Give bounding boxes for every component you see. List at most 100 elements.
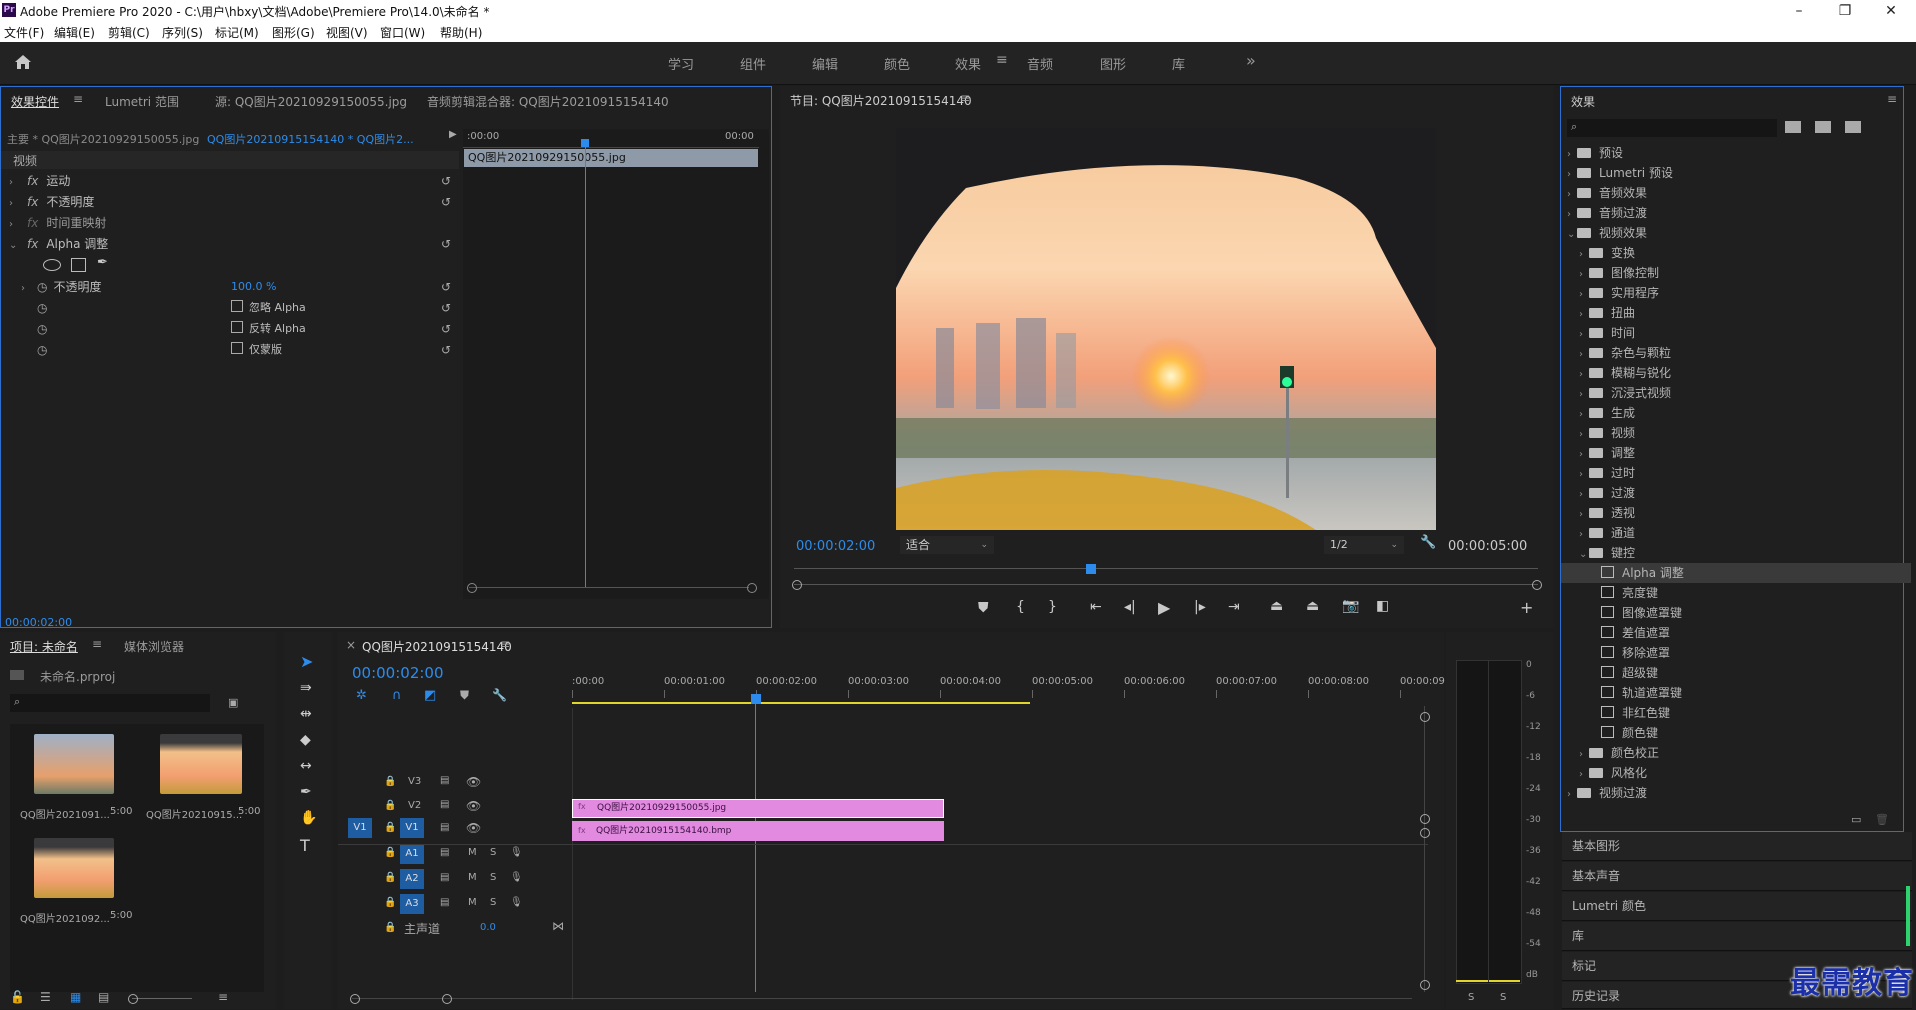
zoom-handle-left[interactable] bbox=[467, 583, 477, 593]
reset-icon[interactable]: ↺ bbox=[441, 298, 451, 318]
lumetri-color-panel[interactable]: Lumetri 颜色 bbox=[1562, 892, 1912, 921]
reset-icon[interactable]: ↺ bbox=[441, 277, 451, 297]
project-item-name[interactable]: QQ图片2021091... bbox=[20, 806, 110, 821]
chevron-icon[interactable]: ⌄ bbox=[1567, 225, 1577, 245]
mark-in-icon[interactable]: { bbox=[1016, 599, 1025, 615]
chevron-icon[interactable]: › bbox=[1567, 165, 1577, 185]
ec-clip-bar[interactable]: QQ图片20210929150055.jpg bbox=[464, 149, 758, 167]
project-item-name[interactable]: QQ图片2021092... bbox=[20, 910, 110, 925]
track-label-v2[interactable]: V2 bbox=[408, 800, 421, 811]
workspace-menu-icon[interactable]: ≡ bbox=[996, 52, 1008, 68]
effect-motion[interactable]: › fx 运动 ↺ bbox=[1, 171, 459, 191]
chevron-icon[interactable]: › bbox=[1579, 505, 1589, 525]
solo-a3[interactable]: S bbox=[490, 897, 496, 908]
invert-alpha-checkbox[interactable] bbox=[231, 321, 243, 333]
menu-graphics[interactable]: 图形(G) bbox=[272, 24, 315, 41]
mask-only-checkbox[interactable] bbox=[231, 342, 243, 354]
toggle-output-icon[interactable]: 👁 bbox=[466, 775, 481, 789]
keying-effect-item[interactable]: 轨道遮罩键 bbox=[1591, 683, 1682, 703]
program-playhead[interactable] bbox=[1086, 564, 1096, 574]
timeline-clip-v1[interactable]: QQ图片20210915154140.bmp bbox=[572, 821, 944, 841]
scroll-handle[interactable] bbox=[1420, 980, 1430, 990]
project-item-name[interactable]: QQ图片20210915... bbox=[146, 806, 242, 821]
source-patch-v1[interactable]: V1 bbox=[348, 818, 372, 838]
video-effects-folder[interactable]: › 生成 bbox=[1579, 403, 1635, 423]
resolution-dropdown[interactable]: 1/2 ⌄ bbox=[1324, 536, 1404, 554]
timeline-zoom-bar[interactable] bbox=[352, 998, 1412, 999]
panel-menu-icon[interactable]: ≡ bbox=[73, 92, 83, 106]
master-end-icon[interactable]: ⋈ bbox=[552, 919, 564, 933]
play-icon[interactable]: ▶ bbox=[1158, 598, 1170, 617]
more-workspaces-icon[interactable]: » bbox=[1246, 51, 1256, 70]
keying-effect-item[interactable]: 亮度键 bbox=[1591, 583, 1658, 603]
go-to-out-icon[interactable]: ⇥ bbox=[1228, 599, 1240, 615]
pen-mask-icon[interactable]: ✒ bbox=[97, 255, 108, 270]
accelerated-effects-icon[interactable] bbox=[1785, 121, 1801, 133]
keying-effect-item[interactable]: 超级键 bbox=[1591, 663, 1658, 683]
close-sequence-icon[interactable]: × bbox=[346, 638, 356, 652]
stopwatch-icon[interactable]: ◷ bbox=[37, 343, 47, 357]
selection-tool-icon[interactable]: ➤ bbox=[300, 652, 313, 671]
zoom-handle-right[interactable] bbox=[747, 583, 757, 593]
video-effects-folder[interactable]: › 颜色校正 bbox=[1579, 743, 1659, 763]
project-item-thumbnail[interactable] bbox=[34, 734, 114, 794]
workspace-learn[interactable]: 学习 bbox=[668, 54, 694, 73]
scroll-handle[interactable] bbox=[1420, 828, 1430, 838]
video-effects-folder[interactable]: › 调整 bbox=[1579, 443, 1635, 463]
tab-media-browser[interactable]: 媒体浏览器 bbox=[124, 638, 184, 655]
sync-lock-icon[interactable]: ▤ bbox=[440, 775, 449, 786]
home-icon[interactable] bbox=[14, 54, 32, 70]
chevron-icon[interactable]: › bbox=[1579, 445, 1589, 465]
zoom-slider[interactable] bbox=[132, 998, 192, 999]
essential-sound-panel[interactable]: 基本声音 bbox=[1562, 862, 1912, 891]
step-back-icon[interactable]: ◂| bbox=[1124, 599, 1136, 615]
button-editor-icon[interactable]: + bbox=[1520, 598, 1533, 617]
sort-icon[interactable]: ≡ bbox=[218, 990, 228, 1004]
solo-right-button[interactable]: S bbox=[1500, 992, 1506, 1003]
lock-icon[interactable]: 🔓 bbox=[10, 990, 25, 1004]
dock-scrollbar[interactable] bbox=[1906, 886, 1910, 946]
tab-project[interactable]: 项目: 未命名 bbox=[10, 638, 78, 655]
chevron-icon[interactable]: ⌄ bbox=[1579, 545, 1589, 565]
timeline-timecode[interactable]: 00:00:02:00 bbox=[352, 664, 444, 682]
effect-opacity[interactable]: › fx 不透明度 ↺ bbox=[1, 192, 459, 212]
video-effects-folder[interactable]: › 透视 bbox=[1579, 503, 1635, 523]
chevron-icon[interactable]: › bbox=[1567, 205, 1577, 225]
tab-audio-clip-mixer[interactable]: 音频剪辑混合器: QQ图片20210915154140 bbox=[427, 93, 669, 110]
effects-folder[interactable]: › 预设 bbox=[1567, 143, 1623, 163]
tab-effect-controls[interactable]: 效果控件 bbox=[11, 93, 59, 110]
ec-timecode[interactable]: 00:00:02:00 bbox=[5, 616, 72, 629]
panel-menu-icon[interactable]: ≡ bbox=[960, 91, 970, 105]
rectangle-mask-icon[interactable] bbox=[71, 258, 86, 272]
reset-icon[interactable]: ↺ bbox=[441, 234, 451, 254]
source-clip-label[interactable]: 主要 * QQ图片20210929150055.jpg bbox=[7, 131, 199, 147]
effects-folder[interactable]: › 音频效果 bbox=[1567, 183, 1647, 203]
freeform-view-icon[interactable]: ▤ bbox=[98, 990, 109, 1004]
chevron-icon[interactable]: › bbox=[1567, 185, 1577, 205]
opacity-value[interactable]: 100.0 % bbox=[231, 277, 276, 297]
track-lock-icon[interactable]: 🔒 bbox=[384, 922, 396, 933]
video-effects-folder[interactable]: › 杂色与颗粒 bbox=[1579, 343, 1671, 363]
chevron-icon[interactable]: › bbox=[1579, 345, 1589, 365]
new-bin-from-search-icon[interactable]: ▣ bbox=[228, 696, 238, 709]
menu-sequence[interactable]: 序列(S) bbox=[162, 24, 203, 41]
close-button[interactable]: ✕ bbox=[1868, 0, 1914, 22]
video-effects-folder[interactable]: › 图像控制 bbox=[1579, 263, 1659, 283]
panel-menu-icon[interactable]: ≡ bbox=[92, 637, 102, 651]
icon-view-icon[interactable]: ▦ bbox=[70, 990, 81, 1004]
program-video-frame[interactable] bbox=[896, 128, 1436, 530]
chevron-icon[interactable]: › bbox=[1579, 425, 1589, 445]
maximize-button[interactable]: ❐ bbox=[1822, 0, 1868, 22]
mute-a2[interactable]: M bbox=[468, 872, 477, 883]
libraries-panel[interactable]: 库 bbox=[1562, 922, 1912, 951]
zoom-handle-right[interactable] bbox=[442, 994, 452, 1004]
track-label-a1[interactable]: A1 bbox=[400, 844, 424, 864]
nest-icon[interactable]: ✲ bbox=[356, 688, 367, 703]
track-lock-icon[interactable]: 🔒 bbox=[384, 776, 396, 787]
mute-a1[interactable]: M bbox=[468, 847, 477, 858]
timeline-scrollbar[interactable] bbox=[1424, 706, 1425, 992]
track-label-a3[interactable]: A3 bbox=[400, 894, 424, 914]
go-to-in-icon[interactable]: ⇤ bbox=[1090, 599, 1102, 615]
video-effects-folder[interactable]: › 风格化 bbox=[1579, 763, 1647, 783]
solo-a2[interactable]: S bbox=[490, 872, 496, 883]
